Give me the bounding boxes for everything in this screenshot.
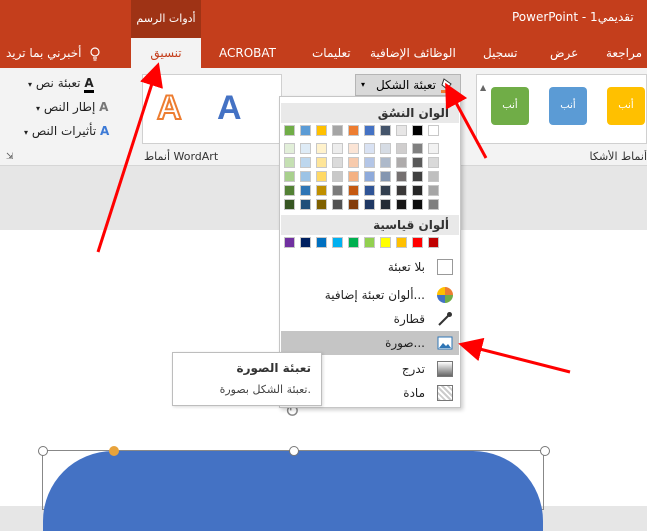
red-arrow — [96, 62, 163, 253]
annotation-arrows — [96, 62, 571, 374]
red-arrow — [458, 337, 571, 374]
red-arrow — [445, 82, 488, 159]
